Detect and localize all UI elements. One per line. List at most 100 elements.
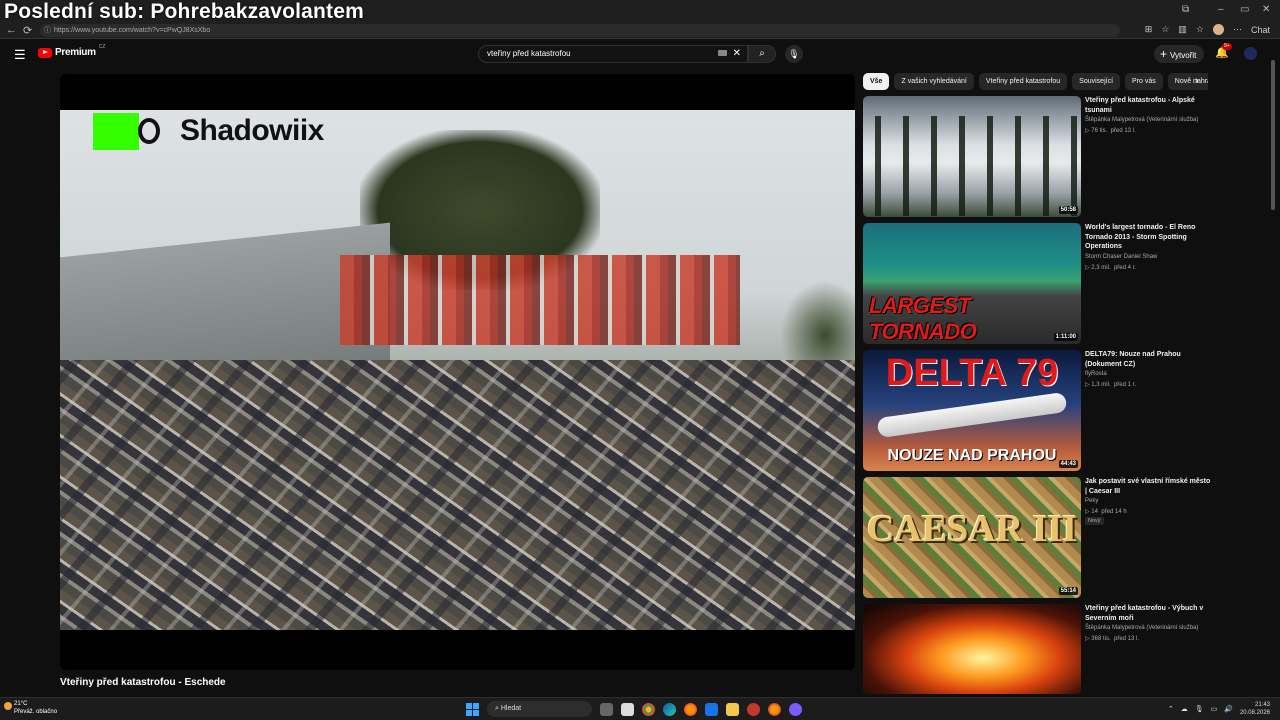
volume-icon[interactable]: 🔊 [1224,705,1233,713]
back-button[interactable]: ← [6,24,17,36]
chip-topic[interactable]: Vteřiny před katastrofou [978,73,1068,90]
reload-button[interactable]: ⟳ [23,24,32,37]
recommendation-title[interactable]: Vteřiny před katastrofou - Alpské tsunam… [1085,96,1213,115]
recommendation-title[interactable]: World's largest tornado - El Reno Tornad… [1085,223,1213,252]
close-button[interactable]: ✕ [1262,4,1270,15]
mail-icon[interactable] [705,702,718,716]
app-icon[interactable] [747,702,760,716]
weather-widget[interactable]: 21°C Převáž. oblačno [4,700,57,716]
recommendation-item[interactable]: CAESAR III 55:14 Jak postavit své vlastn… [863,477,1210,598]
recommendation-title[interactable]: Vteřiny před katastrofou - Výbuch v Seve… [1085,604,1213,623]
task-view-icon[interactable] [600,702,613,716]
chip-from-searches[interactable]: Z vašich vyhledávání [894,73,974,90]
microphone-icon: 🎙 [788,49,800,59]
scrollbar-thumb[interactable] [1271,60,1275,210]
voice-search-button[interactable]: 🎙 [785,45,803,63]
more-menu-icon[interactable]: ⋯ [1233,24,1242,35]
youtube-play-icon [38,47,52,58]
video-meta: ▷ 76 tis. před 13 l. [1085,128,1136,134]
keyboard-icon[interactable] [718,50,727,56]
tray-overflow-icon[interactable]: ⌃ [1168,705,1174,713]
favorite-star-icon[interactable]: ☆ [1161,24,1169,35]
youtube-header: ☰ Premium CZ vteřiny před katastrofou ✕ … [0,40,1280,68]
video-thumbnail[interactable]: CAESAR III 55:14 [863,477,1081,598]
page-scrollbar[interactable] [1271,40,1276,690]
channel-name[interactable]: Štěpánka Malypetrová (Veterinární služba… [1085,117,1198,123]
network-icon[interactable]: ▭ [1211,705,1218,713]
duration-badge: 55:14 [1058,587,1078,595]
taskbar-search-label: Hledat [500,705,522,712]
edge-icon[interactable] [663,702,676,716]
mic-icon[interactable]: 🎙 [1195,705,1204,713]
filter-chips: Vše Z vašich vyhledávání Vteřiny před ka… [863,73,1208,91]
video-frame[interactable]: Shadowiix [60,110,855,630]
url-field[interactable]: ⓘ https://www.youtube.com/watch?v=cPwQJ8… [40,24,1120,37]
chrome-icon[interactable] [642,702,655,716]
recommendation-item[interactable]: DELTA 79 NOUZE NAD PRAHOU 44:43 DELTA79:… [863,350,1208,471]
channel-name[interactable]: Storm Chaser Daniel Shaw [1085,254,1157,260]
temperature: 21°C [14,701,28,707]
thumbnail-scene [863,116,1081,216]
browser-address-bar: ← ⟳ ⓘ https://www.youtube.com/watch?v=cP… [0,22,1280,39]
channel-name[interactable]: Štěpánka Malypetrová (Veterinární služba… [1085,625,1198,631]
thumbnail-airplane [876,391,1068,439]
menu-icon[interactable]: ☰ [14,47,26,63]
recommendation-title[interactable]: DELTA79: Nouze nad Prahou (Dokument CZ) [1085,350,1213,369]
video-thumbnail[interactable]: LARGEST TORNADO 1:11:00 [863,223,1081,344]
video-thumbnail[interactable]: 50:58 [863,96,1081,217]
view-count: 14 [1091,509,1098,515]
thumbnail-caption: DELTA 79 [885,352,1059,394]
logo-label: Premium [55,47,96,58]
file-explorer-icon[interactable] [726,702,739,716]
restore-icon[interactable]: ⧉ [1182,4,1189,15]
create-button[interactable]: + Vytvořit [1154,45,1204,63]
recommendation-item[interactable]: LARGEST TORNADO 1:11:00 World's largest … [863,223,1208,344]
video-meta: ▷ 368 tis. před 13 l. [1085,636,1140,642]
view-count: 368 tis. [1091,636,1111,642]
taskbar-search[interactable]: ⌕ Hledat [487,701,592,717]
upload-age: před 13 l. [1113,636,1140,642]
watermark-logo-ring [138,118,160,144]
weather-icon [4,702,12,710]
profile-avatar[interactable] [1212,24,1224,35]
duration-badge: 1:11:00 [1053,333,1078,341]
chip-related[interactable]: Související [1072,73,1121,90]
video-thumbnail[interactable] [863,604,1081,694]
cloud-icon[interactable]: ☁ [1181,705,1188,713]
copilot-chat-button[interactable]: Chat [1251,25,1270,35]
thumbnail-caption: LARGEST [869,293,971,318]
chip-all[interactable]: Vše [863,73,890,90]
maximize-button[interactable]: ▭ [1240,4,1249,15]
firefox-icon[interactable] [684,702,697,716]
system-tray: ⌃ ☁ 🎙 ▭ 🔊 21:43 20.08.2026 [1168,701,1270,717]
collections-icon[interactable]: ☆ [1196,24,1204,35]
plus-icon: + [1160,47,1168,61]
recommendation-item[interactable]: 50:58 Vteřiny před katastrofou - Alpské … [863,96,1208,217]
search-button[interactable]: ⌕ [748,45,776,63]
video-meta: ▷ 2,3 mil. před 4 r. [1085,265,1136,271]
chat-app-icon[interactable] [789,702,802,716]
video-thumbnail[interactable]: DELTA 79 NOUZE NAD PRAHOU 44:43 [863,350,1081,471]
firefox-dev-icon[interactable] [768,702,781,716]
url-text: https://www.youtube.com/watch?v=cPwQJ8Xs… [54,27,211,34]
youtube-logo[interactable]: Premium CZ [38,44,105,58]
chip-for-you[interactable]: Pro vás [1125,73,1163,90]
recommendation-title[interactable]: Jak postavit své vlastní římské město | … [1085,477,1213,496]
windows-start-icon[interactable] [466,702,479,716]
chip-recently-uploaded[interactable]: Nově nahrané [1167,73,1208,90]
widgets-icon[interactable] [621,702,634,716]
chevron-right-icon[interactable]: › [1195,75,1199,87]
channel-name[interactable]: flyRosta [1085,371,1107,377]
clear-search-icon[interactable]: ✕ [733,46,741,62]
minimize-button[interactable]: – [1218,4,1224,15]
clock[interactable]: 21:43 20.08.2026 [1240,701,1270,717]
extensions-icon[interactable]: ⊞ [1145,24,1153,35]
video-player[interactable]: Shadowiix [60,74,855,670]
channel-name[interactable]: Peky [1085,498,1098,504]
account-avatar[interactable] [1244,47,1257,60]
site-info-icon[interactable]: ⓘ [44,24,51,37]
search-input[interactable]: vteřiny před katastrofou ✕ [478,45,748,63]
split-view-icon[interactable]: ▥ [1178,24,1187,35]
duration-badge: 44:43 [1058,460,1078,468]
recommendation-item[interactable]: Vteřiny před katastrofou - Výbuch v Seve… [863,604,1208,694]
